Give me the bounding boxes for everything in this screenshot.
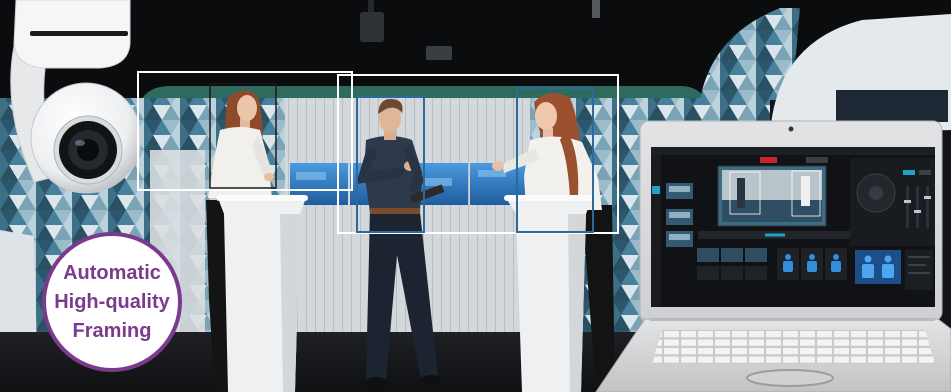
- slider-knob: [914, 210, 921, 213]
- control-button: [919, 170, 931, 175]
- person-icon: [809, 254, 815, 260]
- badge-line-1: Automatic: [63, 261, 161, 284]
- feature-badge: Automatic High-quality Framing: [42, 232, 182, 372]
- slider-track: [906, 186, 909, 228]
- presenter-left-face: [237, 95, 257, 121]
- person-icon: [783, 261, 793, 272]
- presenter-left-hand: [264, 173, 274, 181]
- app-icon-rail: [651, 155, 661, 307]
- person-icon: [833, 254, 839, 260]
- preview-person: [801, 176, 810, 206]
- tracking-target-tiles: [777, 248, 847, 280]
- person-icon: [884, 255, 892, 263]
- preview-control-accent: [765, 233, 785, 237]
- slider-knob: [904, 200, 911, 203]
- info-line: [908, 272, 930, 274]
- monitor-highlight: [296, 172, 326, 180]
- person-icon: [882, 264, 894, 278]
- person-icon: [862, 264, 874, 278]
- monitor-highlight: [478, 170, 506, 177]
- record-button: [760, 157, 777, 163]
- app-rail-active-icon: [652, 186, 660, 194]
- presenter-center-shoe: [420, 375, 442, 385]
- laptop-trackpad: [746, 369, 834, 387]
- slider-track: [916, 186, 919, 228]
- info-line: [908, 256, 930, 258]
- presenter-center-belt: [370, 208, 420, 214]
- ceiling-light-3: [592, 0, 600, 18]
- camera-base-slit: [30, 31, 128, 36]
- preset-tile: [721, 266, 743, 280]
- info-line: [908, 264, 926, 266]
- preview-person: [737, 178, 745, 208]
- preset-tile: [697, 248, 719, 262]
- control-accent-button: [903, 170, 915, 175]
- laptop-hinge: [650, 318, 935, 321]
- ceiling-light-1: [360, 12, 384, 42]
- presenter-center-shoe: [365, 377, 387, 387]
- group-tracking-tile: [855, 250, 901, 284]
- presenter-right-face: [535, 102, 557, 130]
- ceiling-light-2: [426, 46, 452, 60]
- live-preview: [717, 165, 827, 227]
- laptop: [595, 120, 951, 392]
- camera-lens-glint: [75, 140, 85, 146]
- badge-line-2: High-quality: [54, 290, 170, 313]
- podium-left: [216, 195, 308, 392]
- laptop-webcam: [788, 126, 794, 132]
- podium-left-top: [216, 195, 308, 201]
- person-icon: [807, 261, 817, 272]
- person-icon: [785, 254, 791, 260]
- laptop-keyboard: [652, 330, 935, 364]
- preset-tile: [697, 266, 719, 280]
- camera-thumbnail-detail: [669, 186, 690, 192]
- preset-tile: [721, 248, 743, 262]
- slider-track: [926, 186, 929, 228]
- pt-control-panel: [850, 158, 935, 246]
- promo-image: Automatic High-quality Framing: [0, 0, 951, 392]
- slider-knob: [924, 196, 931, 199]
- background-monitor-right: [836, 90, 948, 122]
- ptz-camera: [10, 0, 142, 194]
- person-icon: [864, 255, 872, 263]
- app-header-bar: [651, 147, 935, 155]
- joystick-knob: [869, 186, 883, 200]
- ceiling-light-mount: [368, 0, 374, 14]
- group-tile-bg: [855, 250, 901, 284]
- presenter-right-hand: [492, 161, 504, 171]
- preset-tile: [745, 248, 767, 262]
- camera-thumbnail-detail: [669, 212, 690, 218]
- badge-line-3: Framing: [72, 319, 152, 342]
- person-icon: [831, 261, 841, 272]
- preset-tile: [745, 266, 767, 280]
- app-toolbar-button: [806, 157, 828, 163]
- camera-thumbnail-detail: [669, 234, 690, 240]
